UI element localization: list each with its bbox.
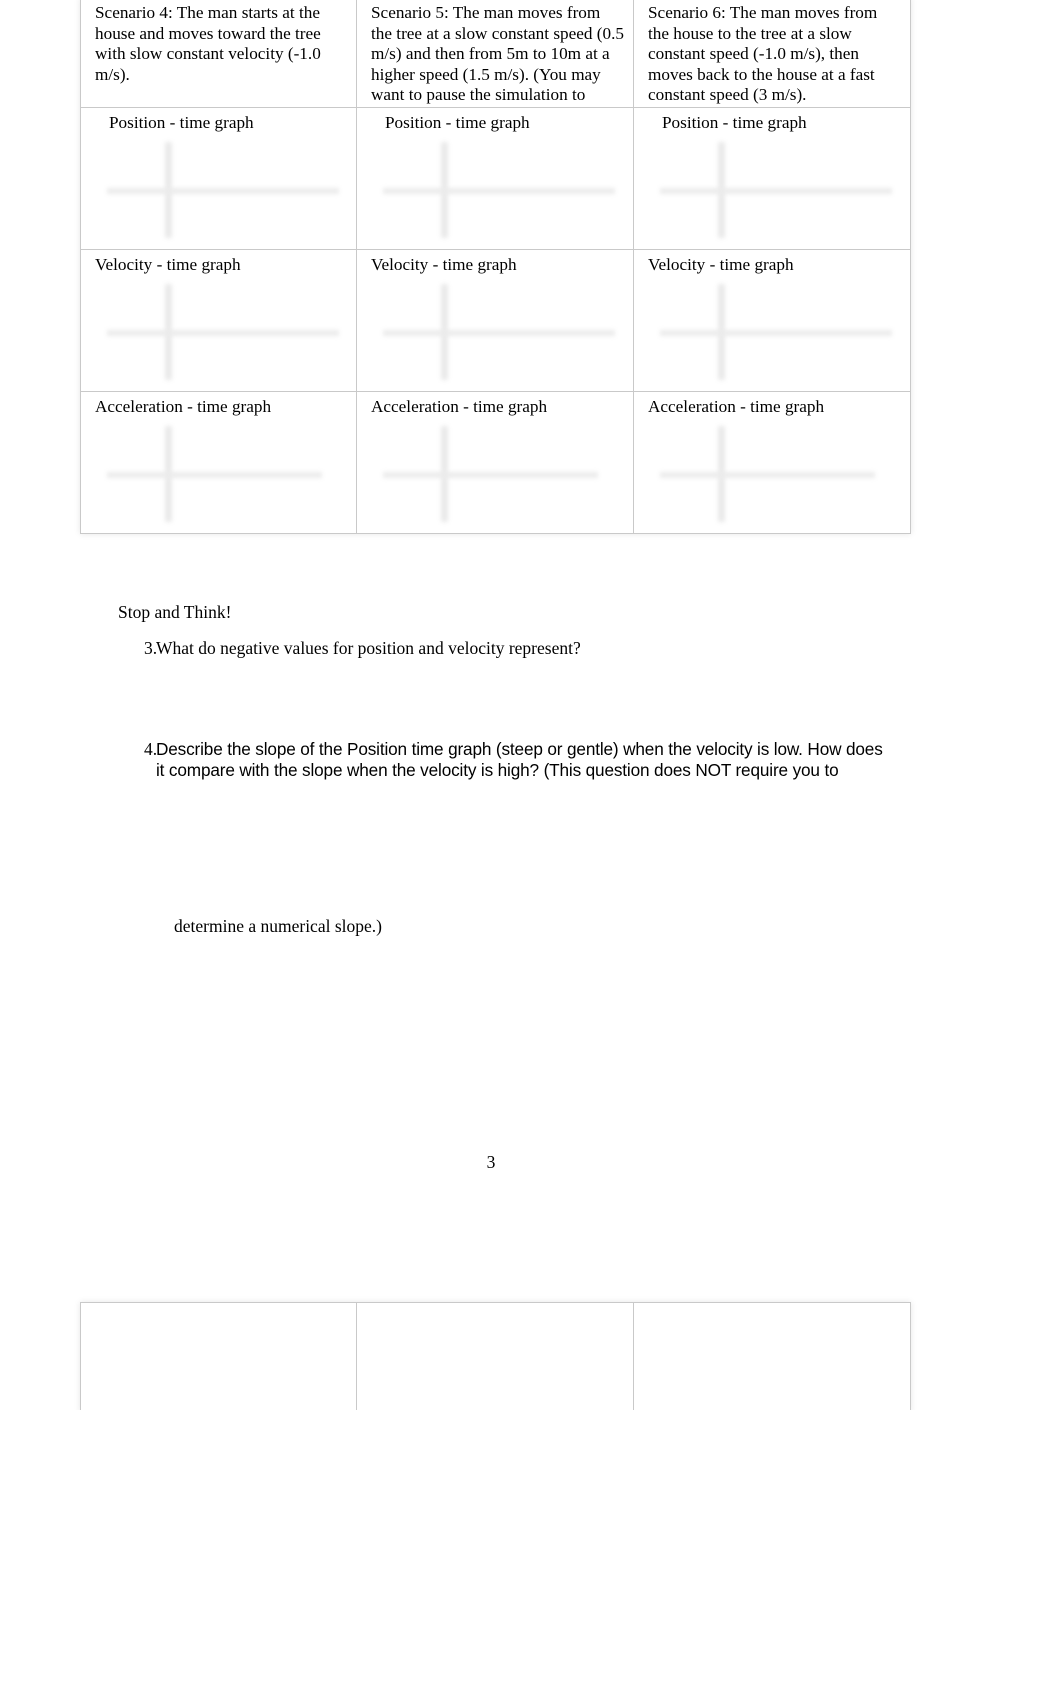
scenario-6-acceleration-graph-cell: Acceleration - time graph [633,391,911,534]
question-4-number: 4. [144,739,158,759]
scenario-5-description: Scenario 5: The man moves from the tree … [371,3,624,125]
scenario-4-velocity-graph-cell: Velocity - time graph [80,249,357,392]
scenario-4-velocity-graph-label: Velocity - time graph [95,255,241,274]
velocity-time-axes-icon [652,278,904,386]
scenario-6-position-graph-cell: Position - time graph [633,107,911,250]
position-time-axes-icon [375,136,627,244]
scenario-4-acceleration-graph-cell: Acceleration - time graph [80,391,357,534]
acceleration-time-axes-icon [99,420,351,528]
acceleration-time-axes-icon [652,420,904,528]
position-time-axes-icon [99,136,351,244]
stop-and-think-heading: Stop and Think! [118,602,232,622]
horizontal-axis-icon [660,472,875,478]
horizontal-axis-icon [107,330,339,336]
table-row-position-graphs: Position - time graph Position - time gr… [80,107,911,250]
next-page-cell-1 [80,1302,357,1412]
scenario-table: Scenario 4: The man starts at the house … [80,0,911,534]
scenario-4-acceleration-graph-label: Acceleration - time graph [95,397,272,416]
table-row-acceleration-graphs: Acceleration - time graph Acceleration -… [80,391,911,534]
scenario-5-velocity-graph-cell: Velocity - time graph [356,249,634,392]
question-3-text: What do negative values for position and… [156,638,581,658]
horizontal-axis-icon [107,472,322,478]
scenario-6-velocity-graph-cell: Velocity - time graph [633,249,911,392]
scenario-6-acceleration-graph-label: Acceleration - time graph [648,397,825,416]
question-4: 4. Describe the slope of the Position ti… [118,739,894,780]
question-3: 3. What do negative values for position … [118,638,878,659]
scenario-5-position-graph-label: Position - time graph [385,113,530,132]
scenario-6-description: Scenario 6: The man moves from the house… [648,3,878,105]
scenario-6-position-graph-label: Position - time graph [662,113,807,132]
position-time-axes-icon [652,136,904,244]
question-4-text: Describe the slope of the Position time … [156,739,883,780]
page-break-mask [0,1410,1062,1701]
next-page-cell-3 [633,1302,911,1412]
scenario-5-acceleration-graph-cell: Acceleration - time graph [356,391,634,534]
next-page-table-preview [80,1302,911,1412]
next-page-cell-2 [356,1302,634,1412]
velocity-time-axes-icon [99,278,351,386]
horizontal-axis-icon [383,330,615,336]
horizontal-axis-icon [383,188,615,194]
question-4-continuation: determine a numerical slope.) [174,916,382,936]
scenario-4-description-cell: Scenario 4: The man starts at the house … [80,0,357,108]
acceleration-time-axes-icon [375,420,627,528]
table-row-descriptions: Scenario 4: The man starts at the house … [80,0,911,125]
table-row-velocity-graphs: Velocity - time graph Velocity - time gr… [80,249,911,392]
scenario-4-description: Scenario 4: The man starts at the house … [95,3,321,84]
velocity-time-axes-icon [375,278,627,386]
scenario-5-velocity-graph-label: Velocity - time graph [371,255,517,274]
question-3-number: 3. [144,638,158,658]
scenario-4-position-graph-label: Position - time graph [109,113,254,132]
table-row [80,1302,911,1412]
scenario-4-position-graph-cell: Position - time graph [80,107,357,250]
page-number: 3 [486,1152,496,1172]
horizontal-axis-icon [383,472,598,478]
horizontal-axis-icon [660,188,892,194]
horizontal-axis-icon [107,188,339,194]
scenario-5-position-graph-cell: Position - time graph [356,107,634,250]
scenario-5-description-cell: Scenario 5: The man moves from the tree … [356,0,634,125]
scenario-5-acceleration-graph-label: Acceleration - time graph [371,397,548,416]
horizontal-axis-icon [660,330,892,336]
scenario-6-description-cell: Scenario 6: The man moves from the house… [633,0,911,108]
scenario-6-velocity-graph-label: Velocity - time graph [648,255,794,274]
